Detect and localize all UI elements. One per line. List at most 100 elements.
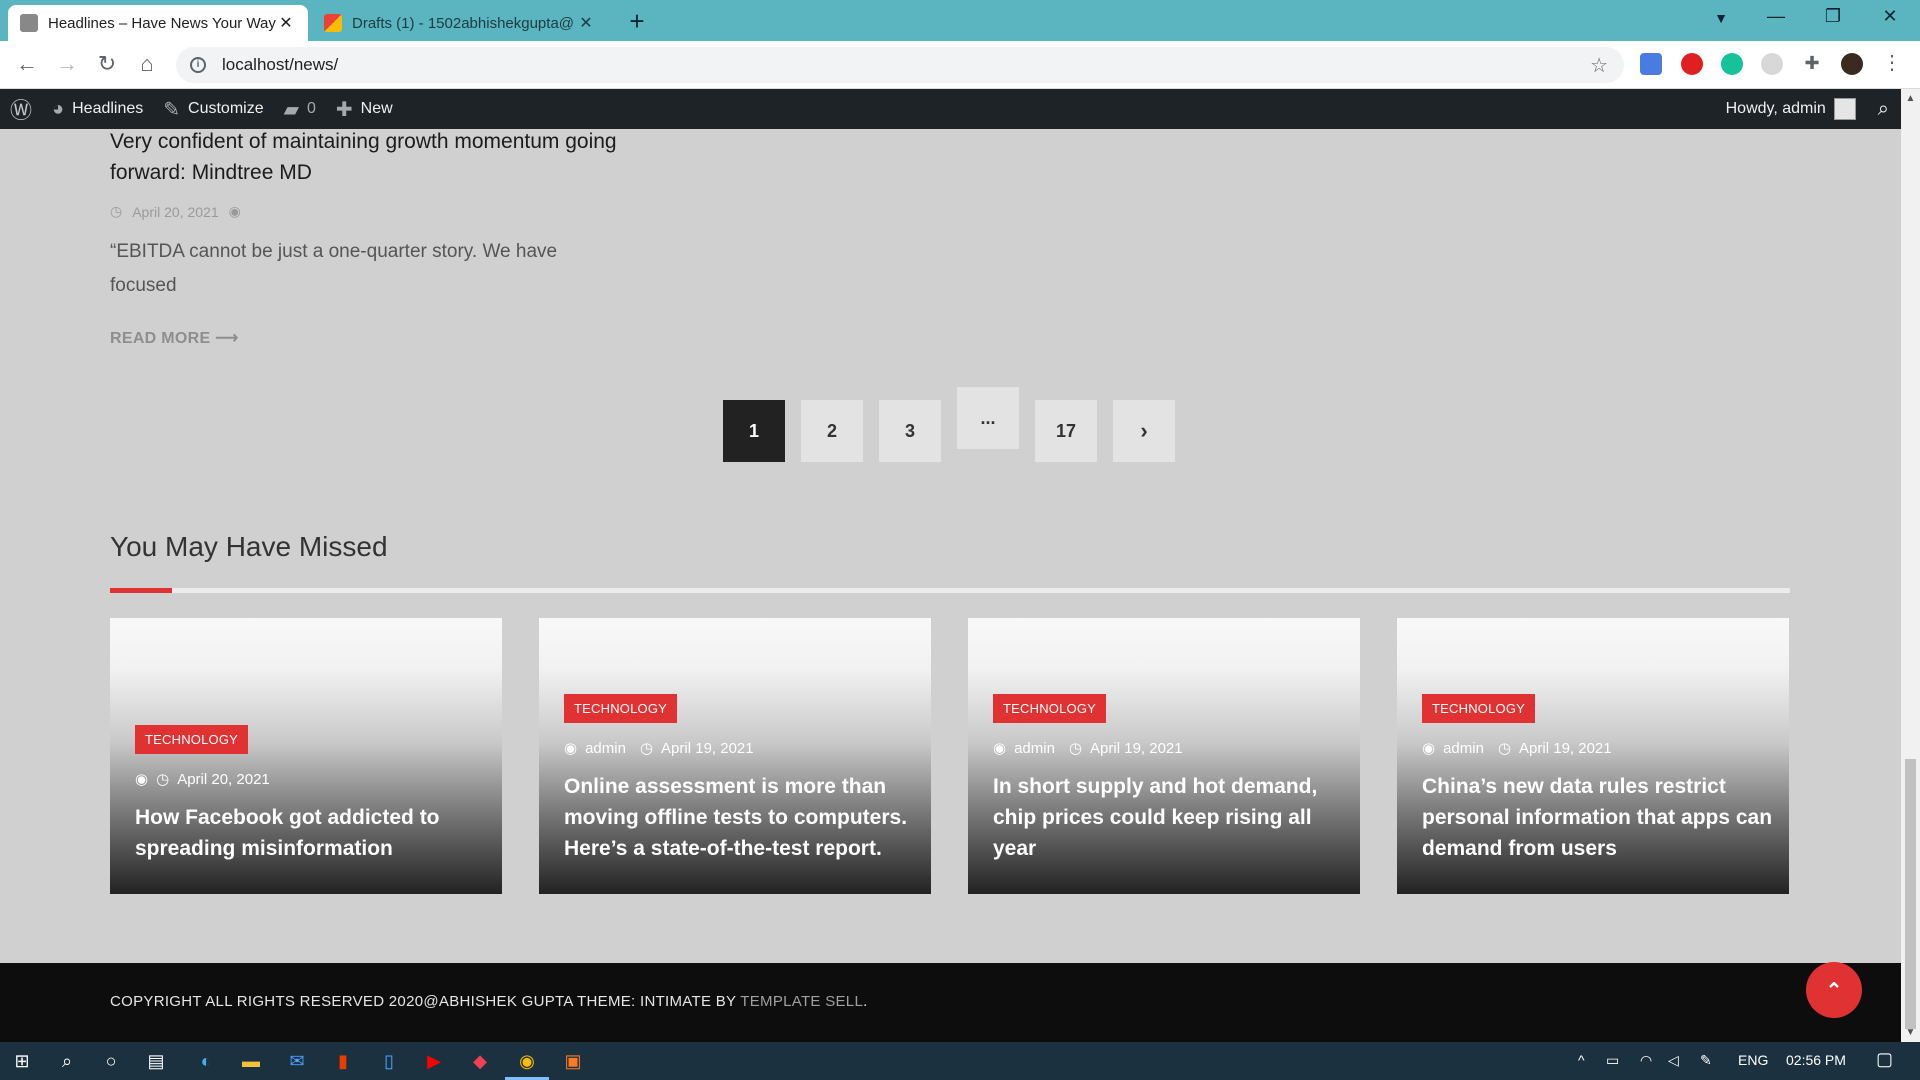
page-17[interactable]: 17 xyxy=(1035,400,1097,462)
post-card[interactable]: TECHNOLOGY ◉ admin ◷ April 19, 2021 In s… xyxy=(968,618,1360,894)
restore-button[interactable]: ❐ xyxy=(1813,6,1853,27)
forward-icon[interactable]: → xyxy=(52,51,82,77)
gmail-icon xyxy=(324,14,342,32)
back-icon[interactable]: ← xyxy=(12,51,42,77)
scroll-down-icon[interactable]: ▼ xyxy=(1901,1027,1920,1038)
author-icon[interactable]: ◉ xyxy=(229,203,241,220)
pen-icon[interactable]: ✎ xyxy=(1700,1052,1712,1069)
browser-tab-bar: Headlines – Have News Your Way ✕ Drafts … xyxy=(0,0,1920,41)
wp-admin-bar: Ⓦ ◕ Headlines ✎ Customize ▰ 0 ✚ New Howd… xyxy=(0,89,1901,129)
language-indicator[interactable]: ENG xyxy=(1738,1052,1768,1068)
page-2[interactable]: 2 xyxy=(801,400,863,462)
close-window-button[interactable]: ✕ xyxy=(1870,6,1910,27)
author-icon: ◉ xyxy=(564,740,578,757)
page-1[interactable]: 1 xyxy=(723,400,785,462)
office-icon[interactable]: ▮ xyxy=(331,1049,355,1073)
article-date[interactable]: April 20, 2021 xyxy=(132,204,218,220)
page-dots: ... xyxy=(957,387,1019,449)
clock-icon: ◷ xyxy=(110,203,123,219)
search-icon[interactable]: ⌕ xyxy=(55,1049,79,1073)
puzzle-extensions-icon[interactable]: ✚ xyxy=(1801,53,1823,75)
scrollbar-thumb[interactable] xyxy=(1905,759,1916,1029)
post-card[interactable]: TECHNOLOGY ◉ admin ◷ April 19, 2021 Onli… xyxy=(539,618,931,894)
adblock-extension-icon[interactable] xyxy=(1681,53,1703,75)
card-author[interactable]: admin xyxy=(585,740,626,757)
file-explorer-icon[interactable]: ▬ xyxy=(239,1049,263,1073)
card-title[interactable]: China’s new data rules restrict personal… xyxy=(1422,771,1777,864)
card-meta: ◉ admin ◷ April 19, 2021 xyxy=(1422,739,1612,758)
card-title[interactable]: In short supply and hot demand, chip pri… xyxy=(993,771,1348,864)
windows-taskbar: ⊞ ⌕ ○ ▤ ◐ ▬ ✉ ▮ ▯ ▶ ◆ ◉ ▣ ^ ▭ ◠ ◁ ✎ ENG … xyxy=(0,1042,1920,1080)
card-date[interactable]: April 20, 2021 xyxy=(177,771,270,788)
windows-start-icon[interactable]: ⊞ xyxy=(10,1049,34,1073)
bookmark-star-icon[interactable]: ☆ xyxy=(1590,53,1608,78)
scroll-to-top-button[interactable]: ⌃ xyxy=(1806,962,1862,1018)
dashboard-icon: ◕ xyxy=(52,97,65,120)
card-author[interactable]: admin xyxy=(1443,740,1484,757)
notepad-icon[interactable]: ▯ xyxy=(377,1049,401,1073)
comments-link[interactable]: ▰ 0 xyxy=(274,89,326,129)
admin-search-icon[interactable]: ⌕ xyxy=(1866,89,1901,129)
card-date[interactable]: April 19, 2021 xyxy=(1519,740,1612,757)
category-badge[interactable]: TECHNOLOGY xyxy=(1422,694,1536,723)
grammarly-extension-icon[interactable] xyxy=(1721,53,1743,75)
pocket-icon[interactable]: ◆ xyxy=(468,1049,492,1073)
card-title[interactable]: Online assessment is more than moving of… xyxy=(564,771,919,864)
site-info-icon[interactable]: i xyxy=(190,57,206,73)
youtube-icon[interactable]: ▶ xyxy=(422,1049,446,1073)
admin-avatar xyxy=(1833,98,1856,120)
task-view-icon[interactable]: ▤ xyxy=(144,1049,168,1073)
page-3[interactable]: 3 xyxy=(879,400,941,462)
author-icon[interactable]: ◉ xyxy=(135,770,148,788)
site-name-link[interactable]: ◕ Headlines xyxy=(42,89,153,129)
home-icon[interactable]: ⌂ xyxy=(132,51,162,77)
category-badge[interactable]: TECHNOLOGY xyxy=(564,694,678,723)
cortana-icon[interactable]: ○ xyxy=(99,1049,123,1073)
author-icon: ◉ xyxy=(993,740,1007,757)
new-tab-button[interactable]: + xyxy=(622,6,652,37)
card-meta: ◉ admin ◷ April 19, 2021 xyxy=(564,739,754,758)
post-card[interactable]: TECHNOLOGY ◉ admin ◷ April 19, 2021 Chin… xyxy=(1397,618,1789,894)
tray-overflow-icon[interactable]: ^ xyxy=(1578,1052,1585,1068)
scroll-up-icon[interactable]: ▲ xyxy=(1901,93,1920,104)
tab-title: Headlines – Have News Your Way xyxy=(48,14,276,32)
address-bar[interactable]: i localhost/news/ ☆ xyxy=(176,47,1624,83)
minimize-button[interactable]: — xyxy=(1756,6,1796,27)
reload-icon[interactable]: ↻ xyxy=(92,51,122,77)
volume-icon[interactable]: ◁ xyxy=(1668,1052,1679,1069)
new-content-link[interactable]: ✚ New xyxy=(326,89,403,129)
battery-icon[interactable]: ▭ xyxy=(1606,1052,1619,1069)
tab-search-icon[interactable]: ▼ xyxy=(1701,10,1741,26)
post-card[interactable]: TECHNOLOGY ◉ ◷ April 20, 2021 How Facebo… xyxy=(110,618,502,894)
chrome-icon[interactable]: ◉ xyxy=(515,1049,539,1073)
my-account-link[interactable]: Howdy, admin xyxy=(1716,89,1866,129)
wifi-icon[interactable]: ◠ xyxy=(1640,1052,1652,1069)
card-date[interactable]: April 19, 2021 xyxy=(661,740,754,757)
close-tab-icon[interactable]: ✕ xyxy=(576,13,596,33)
translate-extension-icon[interactable] xyxy=(1640,53,1662,75)
mail-icon[interactable]: ✉ xyxy=(285,1049,309,1073)
category-badge[interactable]: TECHNOLOGY xyxy=(135,725,249,754)
page-scrollbar[interactable]: ▲ ▼ xyxy=(1901,89,1920,1042)
tab-gmail-drafts[interactable]: Drafts (1) - 1502abhishekgupta@ ✕ xyxy=(312,5,608,41)
customize-link[interactable]: ✎ Customize xyxy=(153,89,273,129)
next-page-button[interactable]: › xyxy=(1113,400,1175,462)
category-badge[interactable]: TECHNOLOGY xyxy=(993,694,1107,723)
wordpress-logo-icon[interactable]: Ⓦ xyxy=(0,89,42,129)
xampp-icon[interactable]: ▣ xyxy=(561,1049,585,1073)
profile-avatar[interactable] xyxy=(1841,53,1863,75)
menu-dots-icon[interactable]: ⋮ xyxy=(1881,53,1903,75)
clock-time[interactable]: 02:56 PM xyxy=(1786,1052,1846,1068)
card-author[interactable]: admin xyxy=(1014,740,1055,757)
card-title[interactable]: How Facebook got addicted to spreading m… xyxy=(135,802,490,864)
card-date[interactable]: April 19, 2021 xyxy=(1090,740,1183,757)
comment-bubble-icon: ▰ xyxy=(283,98,299,121)
notification-icon[interactable]: ▢ xyxy=(1876,1049,1893,1070)
edge-icon[interactable]: ◐ xyxy=(194,1049,218,1073)
tab-headlines[interactable]: Headlines – Have News Your Way ✕ xyxy=(8,5,308,41)
article-title[interactable]: Very confident of maintaining growth mom… xyxy=(110,126,630,188)
template-sell-link[interactable]: TEMPLATE SELL xyxy=(740,993,863,1010)
read-more-link[interactable]: READ MORE ⟶ xyxy=(110,328,238,348)
extension-icon[interactable] xyxy=(1761,53,1783,75)
close-tab-icon[interactable]: ✕ xyxy=(276,13,296,33)
